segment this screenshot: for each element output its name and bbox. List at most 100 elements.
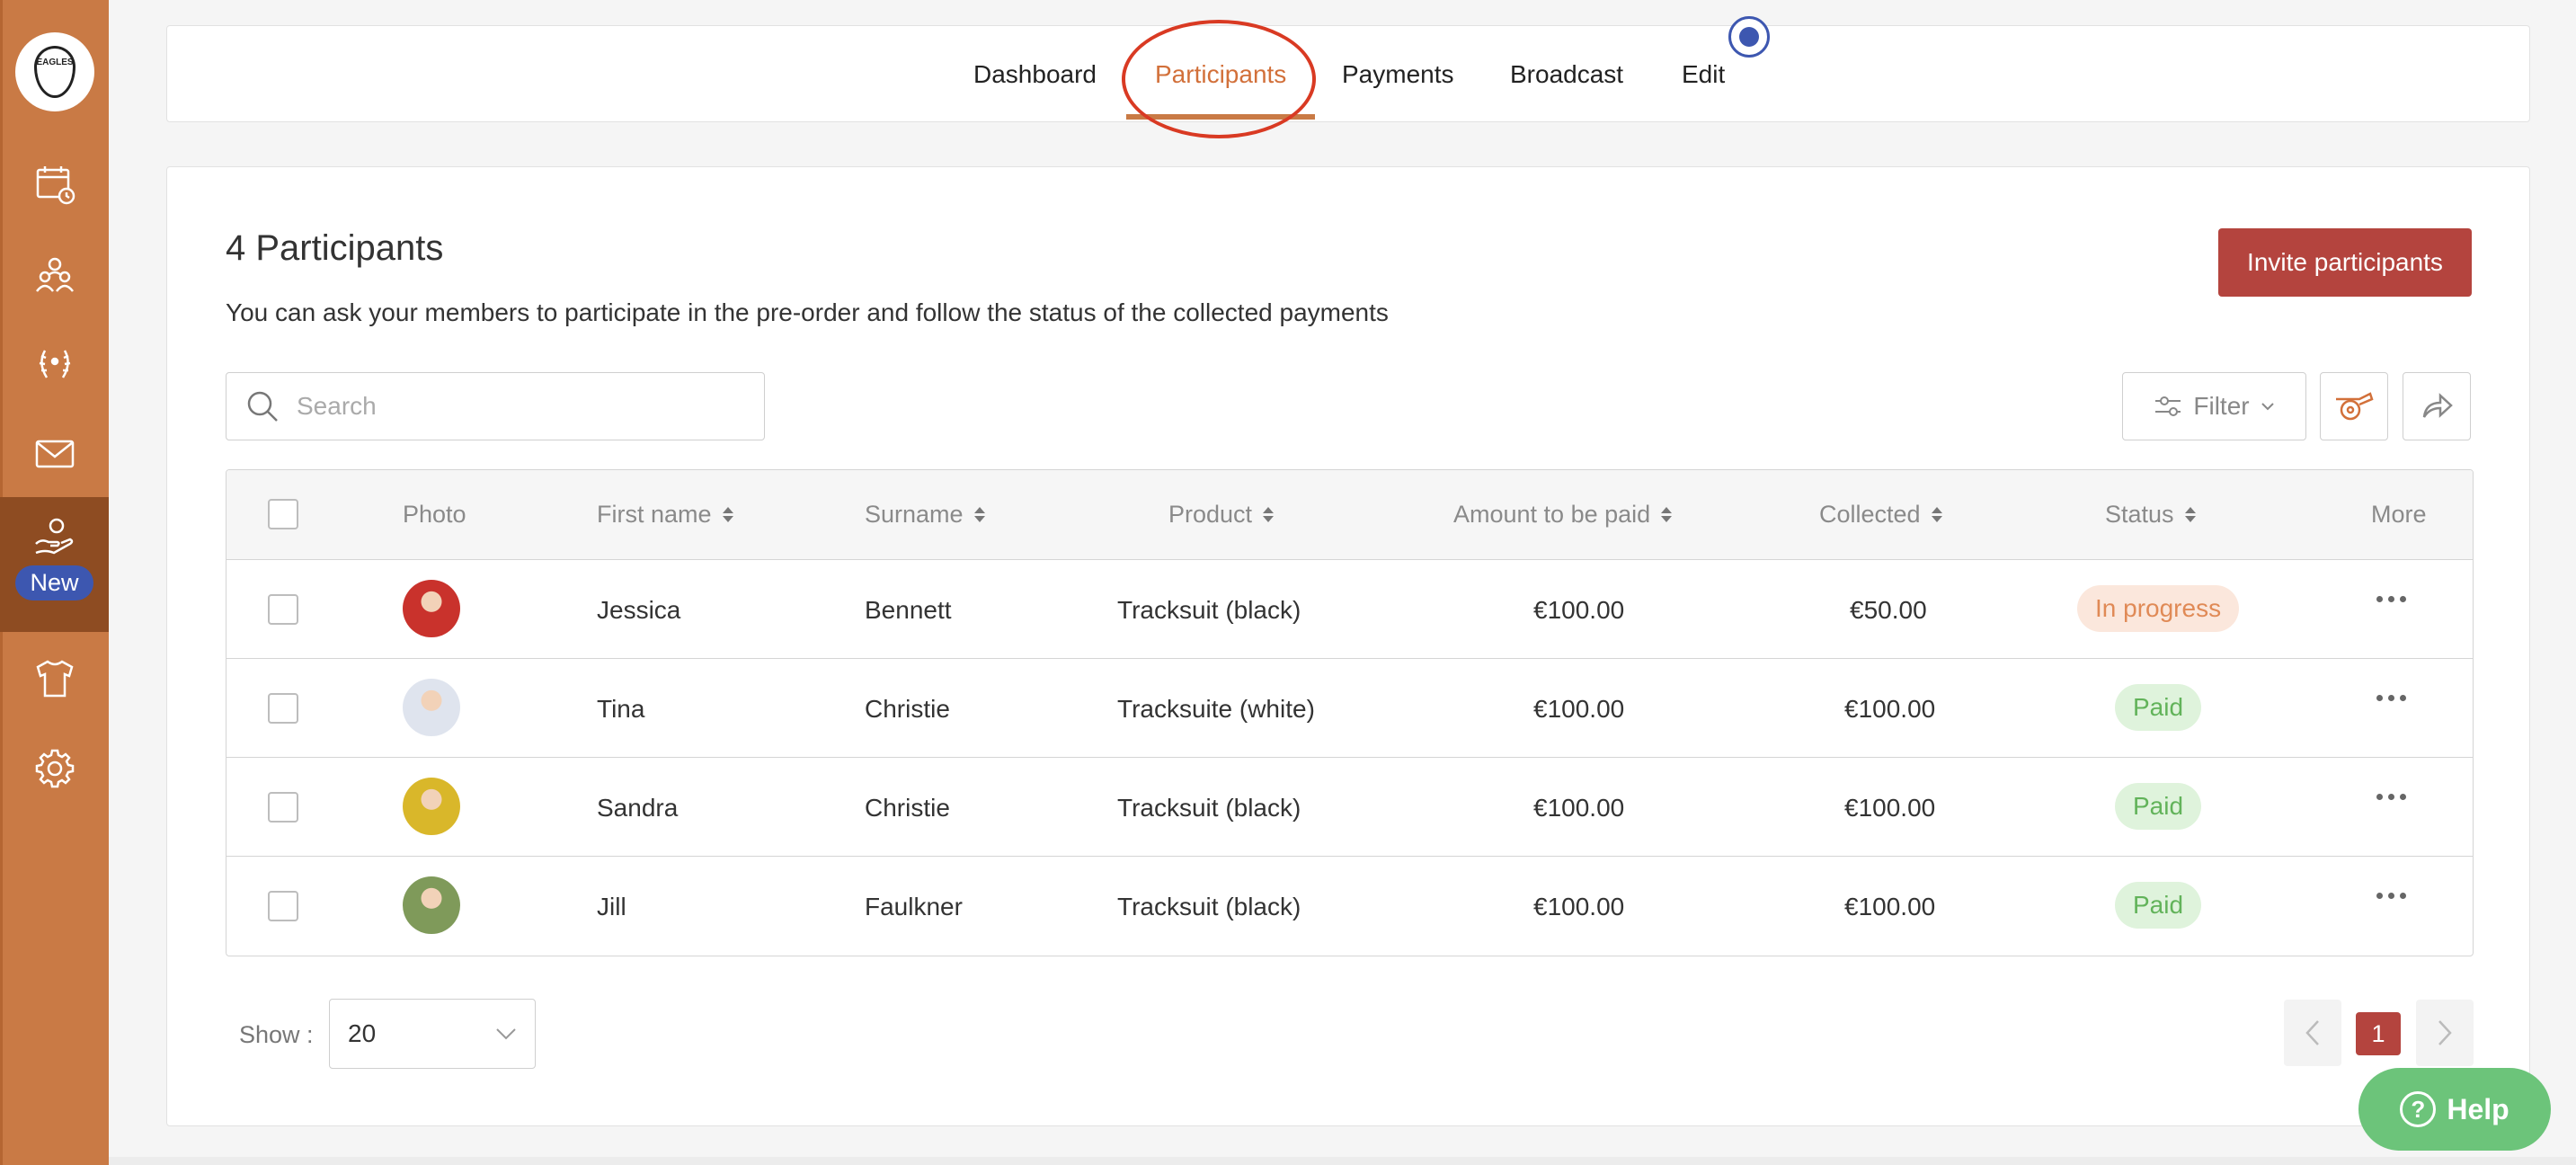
page-size-select[interactable]: 20 bbox=[329, 999, 536, 1069]
amount-cell: €100.00 bbox=[1533, 695, 1625, 723]
tab-dashboard[interactable]: Dashboard bbox=[973, 60, 1097, 89]
avatar bbox=[403, 778, 460, 835]
column-label: Photo bbox=[403, 501, 466, 528]
first-name-cell: Sandra bbox=[597, 794, 679, 822]
chevron-down-icon bbox=[496, 1028, 516, 1040]
tab-broadcast[interactable]: Broadcast bbox=[1510, 60, 1623, 89]
column-label: Collected bbox=[1819, 501, 1921, 528]
column-label: Product bbox=[1168, 501, 1253, 528]
annotation-ellipse bbox=[1122, 20, 1316, 138]
column-collected[interactable]: Collected bbox=[1819, 501, 1942, 529]
search-input[interactable] bbox=[297, 392, 746, 421]
search-icon bbox=[247, 391, 278, 422]
column-amount[interactable]: Amount to be paid bbox=[1453, 501, 1673, 529]
surname-cell: Christie bbox=[865, 695, 950, 723]
column-status[interactable]: Status bbox=[2105, 501, 2196, 529]
laurel-icon bbox=[39, 350, 70, 378]
surname-cell: Faulkner bbox=[865, 893, 963, 920]
sort-icon bbox=[1263, 507, 1275, 522]
whistle-reminder-button[interactable] bbox=[2320, 372, 2388, 440]
sidebar-item-settings[interactable] bbox=[0, 724, 109, 814]
dot-icon bbox=[2388, 695, 2394, 701]
dot-icon bbox=[2400, 893, 2406, 899]
filter-button[interactable]: Filter bbox=[2122, 372, 2306, 440]
collected-cell: €50.00 bbox=[1850, 596, 1927, 624]
cursor-marker bbox=[1728, 16, 1770, 58]
column-label: Surname bbox=[865, 501, 964, 528]
chevron-down-icon bbox=[2261, 403, 2274, 411]
question-icon: ? bbox=[2400, 1091, 2437, 1127]
sidebar-item-collections[interactable]: New bbox=[0, 497, 109, 632]
column-surname[interactable]: Surname bbox=[865, 501, 985, 529]
page-size-value: 20 bbox=[348, 1019, 377, 1047]
product-cell: Tracksuite (white) bbox=[1117, 695, 1315, 723]
product-cell: Tracksuit (black) bbox=[1117, 893, 1301, 920]
avatar bbox=[403, 580, 460, 637]
sidebar-item-shop[interactable] bbox=[0, 634, 109, 724]
club-logo[interactable]: EAGLES bbox=[15, 32, 94, 111]
mail-icon bbox=[35, 440, 74, 468]
dot-icon bbox=[2400, 695, 2406, 701]
amount-cell: €100.00 bbox=[1533, 893, 1625, 920]
calendar-clock-icon bbox=[36, 166, 75, 205]
help-label: Help bbox=[2447, 1092, 2509, 1125]
more-options-button[interactable] bbox=[2376, 596, 2406, 602]
avatar bbox=[403, 679, 460, 736]
sidebar-item-members[interactable] bbox=[0, 229, 109, 319]
search-field[interactable] bbox=[226, 372, 765, 440]
sort-icon bbox=[973, 507, 985, 522]
column-label: First name bbox=[597, 501, 712, 528]
dot-icon bbox=[2376, 893, 2383, 899]
share-button[interactable] bbox=[2403, 372, 2471, 440]
table-row: Jessica Bennett Tracksuit (black) €100.00 €5… bbox=[227, 560, 2473, 659]
column-more: More bbox=[2371, 501, 2427, 529]
status-badge: In progress bbox=[2077, 585, 2240, 632]
first-name-cell: Jill bbox=[597, 893, 626, 920]
dot-icon bbox=[2388, 893, 2394, 899]
more-options-button[interactable] bbox=[2376, 794, 2406, 800]
chevron-right-icon bbox=[2438, 1020, 2452, 1045]
product-cell: Tracksuit (black) bbox=[1117, 596, 1301, 624]
column-product[interactable]: Product bbox=[1168, 501, 1275, 529]
tab-payments[interactable]: Payments bbox=[1342, 60, 1454, 89]
sidebar-item-calendar[interactable] bbox=[0, 139, 109, 229]
dot-icon bbox=[2376, 596, 2383, 602]
tab-edit[interactable]: Edit bbox=[1682, 60, 1725, 89]
status-badge: Paid bbox=[2115, 783, 2202, 830]
share-arrow-icon bbox=[2422, 393, 2453, 418]
select-all-checkbox[interactable] bbox=[268, 499, 298, 529]
column-first-name[interactable]: First name bbox=[597, 501, 733, 529]
column-photo: Photo bbox=[403, 501, 466, 529]
column-label: More bbox=[2371, 501, 2427, 528]
next-page-button[interactable] bbox=[2416, 1000, 2474, 1066]
participants-panel: 4 Participants You can ask your members … bbox=[166, 166, 2530, 1126]
more-options-button[interactable] bbox=[2376, 893, 2406, 899]
help-button[interactable]: ? Help bbox=[2358, 1068, 2551, 1151]
dot-icon bbox=[2376, 695, 2383, 701]
status-badge: Paid bbox=[2115, 882, 2202, 929]
row-checkbox[interactable] bbox=[268, 594, 298, 625]
table-row: Tina Christie Tracksuite (white) €100.00 €10… bbox=[227, 659, 2473, 758]
collected-cell: €100.00 bbox=[1844, 695, 1936, 723]
dot-icon bbox=[2376, 794, 2383, 800]
first-name-cell: Tina bbox=[597, 695, 645, 723]
page-title: 4 Participants bbox=[226, 228, 444, 268]
amount-cell: €100.00 bbox=[1533, 794, 1625, 822]
new-badge: New bbox=[15, 565, 93, 600]
sidebar-item-messages[interactable] bbox=[0, 409, 109, 499]
sort-icon bbox=[1661, 507, 1673, 522]
surname-cell: Christie bbox=[865, 794, 950, 822]
table-header: Photo First name Surname Product Amount … bbox=[227, 470, 2473, 560]
filter-label: Filter bbox=[2193, 392, 2250, 420]
page-1-button[interactable]: 1 bbox=[2356, 1012, 2401, 1055]
more-options-button[interactable] bbox=[2376, 695, 2406, 701]
dot-icon bbox=[2388, 596, 2394, 602]
gear-icon bbox=[35, 749, 74, 788]
prev-page-button[interactable] bbox=[2284, 1000, 2341, 1066]
row-checkbox[interactable] bbox=[268, 792, 298, 823]
row-checkbox[interactable] bbox=[268, 693, 298, 724]
sidebar: EAGLES New bbox=[0, 0, 109, 1165]
row-checkbox[interactable] bbox=[268, 891, 298, 921]
invite-participants-button[interactable]: Invite participants bbox=[2218, 228, 2472, 297]
sidebar-item-competitions[interactable] bbox=[0, 319, 109, 409]
